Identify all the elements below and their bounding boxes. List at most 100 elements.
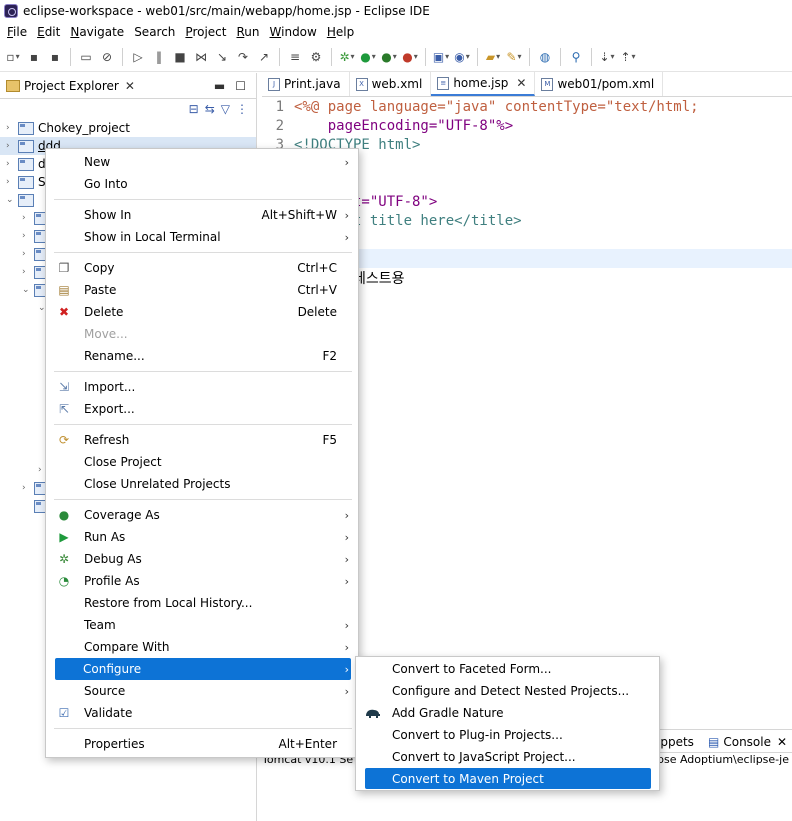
menu-item-new[interactable]: New ›	[47, 151, 359, 173]
run-icon[interactable]: ●	[359, 48, 377, 66]
coverage-icon[interactable]: ●	[380, 48, 398, 66]
menu-item-team[interactable]: Team ›	[47, 614, 359, 636]
menu-help[interactable]: Help	[322, 25, 359, 39]
menu-run[interactable]: Run	[231, 25, 264, 39]
tab-print-java[interactable]: J Print.java	[262, 72, 350, 96]
prev-annotation-icon[interactable]: ⇡	[619, 48, 637, 66]
debug-icon[interactable]: ✲	[338, 48, 356, 66]
project-icon	[18, 175, 34, 189]
tree-item[interactable]: › Chokey_project	[0, 119, 256, 137]
menu-item-configure[interactable]: Configure ›	[55, 658, 351, 680]
editor-tabbar: J Print.java X web.xml ≡ home.jsp ✕ M we…	[262, 72, 792, 97]
maximize-icon[interactable]: ☐	[235, 79, 246, 93]
link-with-editor-icon[interactable]: ⇆	[205, 102, 215, 116]
menu-item-paste[interactable]: ▤ Paste Ctrl+V	[47, 279, 359, 301]
chevron-right-icon[interactable]: ›	[6, 123, 16, 133]
menu-item-close-project[interactable]: Close Project	[47, 451, 359, 473]
chevron-right-icon[interactable]: ›	[22, 231, 32, 241]
servers-icon[interactable]: ≡	[286, 48, 304, 66]
menu-separator	[54, 252, 352, 253]
web-browser-icon[interactable]: ◍	[536, 48, 554, 66]
external-tools-icon[interactable]: ●	[401, 48, 419, 66]
tab-project-explorer[interactable]: Project Explorer ✕	[4, 74, 141, 98]
menu-item-properties[interactable]: Properties Alt+Enter	[47, 733, 359, 755]
chevron-right-icon[interactable]: ›	[22, 213, 32, 223]
menu-project[interactable]: Project	[180, 25, 231, 39]
menu-item-export[interactable]: ⇱ Export...	[47, 398, 359, 420]
menu-item-restore-from-local-history[interactable]: Restore from Local History...	[47, 592, 359, 614]
menu-item-delete[interactable]: ✖ Delete Delete	[47, 301, 359, 323]
close-icon[interactable]: ✕	[125, 79, 135, 93]
menu-item-source[interactable]: Source ›	[47, 680, 359, 702]
deploy-icon[interactable]: ⚙	[307, 48, 325, 66]
menu-item-rename[interactable]: Rename... F2	[47, 345, 359, 367]
new-java-project-icon[interactable]: ▣	[432, 48, 450, 66]
resume-icon[interactable]: ▷	[129, 48, 147, 66]
new-icon[interactable]: ▫	[4, 48, 22, 66]
menu-item-compare-with[interactable]: Compare With ›	[47, 636, 359, 658]
save-all-icon[interactable]: ▪	[46, 48, 64, 66]
new-class-icon[interactable]: ◉	[453, 48, 471, 66]
chevron-down-icon[interactable]: ⌄	[6, 195, 16, 205]
submenu-item-convert-to-faceted-form[interactable]: Convert to Faceted Form...	[357, 658, 660, 680]
tab-console[interactable]: ▤ Console ✕	[708, 730, 787, 754]
chevron-right-icon[interactable]: ›	[6, 141, 16, 151]
menu-item-debug-as[interactable]: ✲ Debug As ›	[47, 548, 359, 570]
view-menu-icon[interactable]: ⋮	[236, 102, 248, 116]
chevron-right-icon[interactable]: ›	[22, 249, 32, 259]
disconnect-icon[interactable]: ⋈	[192, 48, 210, 66]
menu-item-run-as[interactable]: ▶ Run As ›	[47, 526, 359, 548]
chevron-right-icon[interactable]: ›	[22, 483, 32, 493]
menu-item-profile-as[interactable]: ◔ Profile As ›	[47, 570, 359, 592]
terminate-icon[interactable]: ■	[171, 48, 189, 66]
delete-icon: ✖	[58, 305, 70, 319]
tab-home-jsp[interactable]: ≡ home.jsp ✕	[431, 72, 536, 96]
close-icon[interactable]: ✕	[516, 76, 526, 90]
checkbox-icon: ☑	[58, 706, 70, 720]
menu-item-show-in[interactable]: Show In Alt+Shift+W ›	[47, 204, 359, 226]
menu-item-go-into[interactable]: Go Into	[47, 173, 359, 195]
submenu-item-convert-to-javascript-project[interactable]: Convert to JavaScript Project...	[357, 746, 660, 768]
submenu-item-configure-nested-projects[interactable]: Configure and Detect Nested Projects...	[357, 680, 660, 702]
step-into-icon[interactable]: ↘	[213, 48, 231, 66]
chevron-down-icon[interactable]: ⌄	[22, 285, 32, 295]
menu-item-refresh[interactable]: ⟳ Refresh F5	[47, 429, 359, 451]
menu-item-copy[interactable]: ❐ Copy Ctrl+C	[47, 257, 359, 279]
menu-file[interactable]: File	[2, 25, 32, 39]
step-over-icon[interactable]: ↷	[234, 48, 252, 66]
submenu-item-add-gradle-nature[interactable]: Add Gradle Nature	[357, 702, 660, 724]
save-icon[interactable]: ▪	[25, 48, 43, 66]
filter-icon[interactable]: ▽	[221, 102, 230, 116]
submenu-item-convert-to-maven-project[interactable]: Convert to Maven Project	[365, 768, 651, 789]
tab-pom-xml[interactable]: M web01/pom.xml	[535, 72, 664, 96]
suspend-icon[interactable]: ‖	[150, 48, 168, 66]
menu-separator	[54, 499, 352, 500]
menu-item-coverage-as[interactable]: ● Coverage As ›	[47, 504, 359, 526]
toolbar-separator	[560, 47, 561, 66]
search-icon[interactable]: ⚲	[567, 48, 585, 66]
menu-search[interactable]: Search	[129, 25, 180, 39]
tab-snippets[interactable]: ippets	[657, 730, 694, 754]
menu-item-validate[interactable]: ☑ Validate	[47, 702, 359, 724]
chevron-right-icon[interactable]: ›	[6, 159, 16, 169]
submenu-item-convert-to-plugin-projects[interactable]: Convert to Plug-in Projects...	[357, 724, 660, 746]
tab-web-xml[interactable]: X web.xml	[350, 72, 432, 96]
chevron-right-icon[interactable]: ›	[6, 177, 16, 187]
skip-breakpoints-icon[interactable]: ⊘	[98, 48, 116, 66]
open-type-icon[interactable]: ▰	[484, 48, 502, 66]
menu-window[interactable]: Window	[265, 25, 322, 39]
window-title: eclipse-workspace - web01/src/main/webap…	[23, 4, 430, 18]
next-annotation-icon[interactable]: ⇣	[598, 48, 616, 66]
chevron-right-icon[interactable]: ›	[22, 267, 32, 277]
open-task-icon[interactable]: ✎	[505, 48, 523, 66]
close-icon[interactable]: ✕	[777, 735, 787, 749]
step-return-icon[interactable]: ↗	[255, 48, 273, 66]
terminal-icon[interactable]: ▭	[77, 48, 95, 66]
menu-item-show-in-local-terminal[interactable]: Show in Local Terminal ›	[47, 226, 359, 248]
collapse-all-icon[interactable]: ⊟	[189, 102, 199, 116]
minimize-icon[interactable]: ▬	[214, 79, 225, 93]
menu-item-close-unrelated-projects[interactable]: Close Unrelated Projects	[47, 473, 359, 495]
menu-item-import[interactable]: ⇲ Import...	[47, 376, 359, 398]
menu-navigate[interactable]: Navigate	[65, 25, 129, 39]
menu-edit[interactable]: Edit	[32, 25, 65, 39]
